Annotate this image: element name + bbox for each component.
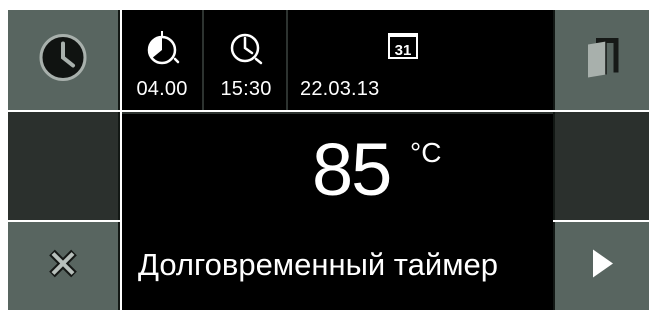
program-name: Долговременный таймер <box>138 247 499 282</box>
duration-status: 04.00 <box>122 10 204 110</box>
door-icon <box>580 35 624 86</box>
clock-icon <box>228 30 264 71</box>
close-icon <box>43 244 83 289</box>
close-button[interactable] <box>8 222 120 310</box>
left-empty-slot <box>8 112 120 220</box>
temperature-value: 85 <box>312 128 392 211</box>
date-status: 31 22.03.13 <box>290 10 553 110</box>
end-time-value: 15:30 <box>220 78 272 100</box>
next-button[interactable] <box>553 222 649 310</box>
stopwatch-icon <box>144 30 180 71</box>
clock-button[interactable] <box>8 10 120 110</box>
temperature-unit: °C <box>410 137 442 168</box>
play-arrow-icon <box>587 246 617 287</box>
status-strip: 04.00 15:30 31 22.03.13 <box>122 10 553 110</box>
right-empty-slot <box>553 112 649 220</box>
door-button[interactable] <box>553 10 649 110</box>
panel-divider <box>122 112 553 114</box>
duration-value: 04.00 <box>136 78 188 100</box>
calendar-day: 31 <box>395 42 412 59</box>
main-display: 85 °C Долговременный таймер <box>122 112 553 310</box>
end-time-status: 15:30 <box>206 10 288 110</box>
date-value: 22.03.13 <box>300 78 380 100</box>
calendar-icon: 31 <box>386 30 420 71</box>
oven-display: 04.00 15:30 31 22.03.13 85 °C Долговреме… <box>0 0 657 315</box>
clock-icon <box>34 29 92 92</box>
